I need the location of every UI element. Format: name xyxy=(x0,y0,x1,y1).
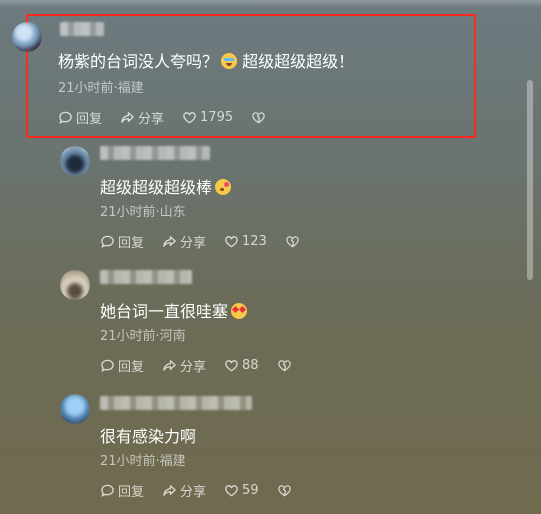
reply-button[interactable]: 回复 xyxy=(100,356,144,375)
username-blurred[interactable] xyxy=(100,270,192,284)
username-blurred[interactable] xyxy=(100,396,252,410)
share-label: 分享 xyxy=(180,360,207,375)
crying-face-emoji xyxy=(221,53,238,69)
heart-icon xyxy=(225,236,238,248)
star-eyes-emoji xyxy=(231,303,248,319)
like-count: 1795 xyxy=(200,110,234,125)
share-button[interactable]: 分享 xyxy=(162,356,206,375)
kiss-face-emoji xyxy=(215,179,232,195)
comment-actions: 回复 分享 123 xyxy=(100,232,318,251)
heart-icon xyxy=(225,360,238,372)
share-label: 分享 xyxy=(180,236,207,251)
comment-text: 她台词一直很哇塞 xyxy=(100,298,248,322)
reply-label: 回复 xyxy=(76,112,103,127)
share-label: 分享 xyxy=(180,485,207,500)
share-button[interactable]: 分享 xyxy=(162,481,206,500)
comment-meta: 21小时前·福建 xyxy=(100,454,186,469)
dislike-button[interactable] xyxy=(251,110,266,125)
avatar[interactable] xyxy=(60,394,90,424)
like-button[interactable]: 59 xyxy=(224,483,259,498)
like-button[interactable]: 123 xyxy=(224,234,267,249)
comment-text-main: 超级超级超级棒 xyxy=(100,178,213,197)
like-count: 59 xyxy=(242,483,259,498)
comment-meta: 21小时前·河南 xyxy=(100,329,186,344)
reply-button[interactable]: 回复 xyxy=(58,108,102,127)
avatar[interactable] xyxy=(60,270,90,300)
comment-text-main: 杨紫的台词没人夸吗？ xyxy=(58,52,219,71)
like-button[interactable]: 1795 xyxy=(182,110,233,125)
share-label: 分享 xyxy=(138,112,165,127)
comment-actions: 回复 分享 1795 xyxy=(58,108,284,127)
share-icon xyxy=(121,112,134,123)
username-blurred[interactable] xyxy=(60,22,104,36)
heart-icon xyxy=(225,485,238,497)
avatar[interactable] xyxy=(60,146,90,176)
reply-icon xyxy=(101,484,114,497)
like-count: 88 xyxy=(242,358,259,373)
share-icon xyxy=(163,236,176,247)
share-icon xyxy=(163,485,176,496)
broken-heart-icon xyxy=(286,236,299,248)
reply-button[interactable]: 回复 xyxy=(100,232,144,251)
heart-icon xyxy=(183,112,196,124)
reply-label: 回复 xyxy=(118,236,145,251)
dislike-button[interactable] xyxy=(285,234,300,249)
broken-heart-icon xyxy=(277,485,291,497)
comment-meta: 21小时前·山东 xyxy=(100,205,186,220)
scrollbar[interactable] xyxy=(527,80,533,280)
avatar[interactable] xyxy=(12,22,42,52)
comment-text-tail: 超级超级超级！ xyxy=(242,52,355,71)
reply-icon xyxy=(101,359,114,372)
comment-text: 杨紫的台词没人夸吗？ 超级超级超级！ xyxy=(58,48,354,72)
share-icon xyxy=(163,360,176,371)
username-blurred[interactable] xyxy=(100,146,210,160)
dislike-button[interactable] xyxy=(277,358,292,373)
comment-text: 很有感染力啊 xyxy=(100,427,197,446)
comment-actions: 回复 分享 59 xyxy=(100,481,310,500)
like-button[interactable]: 88 xyxy=(224,358,259,373)
broken-heart-icon xyxy=(277,360,291,372)
broken-heart-icon xyxy=(252,112,265,124)
share-button[interactable]: 分享 xyxy=(120,108,164,127)
like-count: 123 xyxy=(242,234,267,249)
reply-icon xyxy=(101,235,114,248)
reply-icon xyxy=(59,111,72,124)
comment-meta: 21小时前·福建 xyxy=(58,81,144,96)
reply-label: 回复 xyxy=(118,360,145,375)
comment-text: 超级超级超级棒 xyxy=(100,174,232,198)
dislike-button[interactable] xyxy=(277,483,292,498)
top-fade xyxy=(0,0,541,8)
reply-button[interactable]: 回复 xyxy=(100,481,144,500)
comment-actions: 回复 分享 88 xyxy=(100,356,310,375)
reply-label: 回复 xyxy=(118,485,145,500)
share-button[interactable]: 分享 xyxy=(162,232,206,251)
comment-text-main: 她台词一直很哇塞 xyxy=(100,302,229,321)
